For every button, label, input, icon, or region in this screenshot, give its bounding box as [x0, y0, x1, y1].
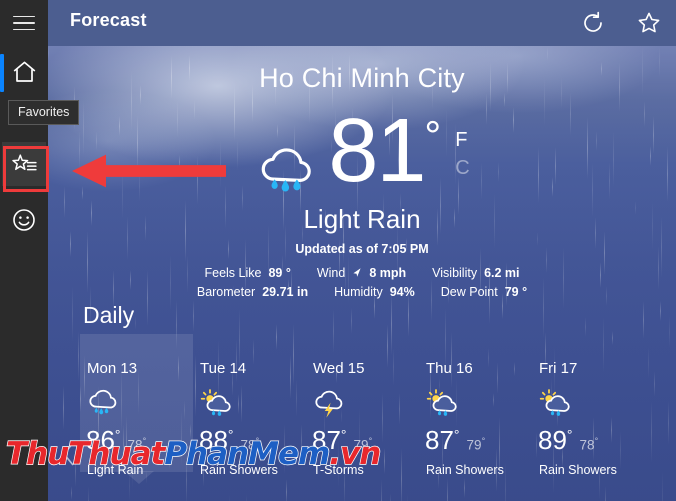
daily-forecast-card[interactable]: Tue 14 88° 78° Rain Showers: [196, 346, 309, 477]
stat-value: 6.2 mi: [484, 266, 520, 280]
current-temperature-value: 81: [328, 101, 426, 201]
card-high-temp: 87°: [425, 425, 460, 455]
stat-label: Humidity: [334, 285, 383, 299]
stat-label: Dew Point: [440, 285, 498, 299]
card-temperatures: 88° 78°: [199, 425, 309, 456]
star-list-icon: [11, 153, 37, 170]
card-low-temp: 79°: [466, 435, 486, 453]
sidebar-item-favorites[interactable]: [0, 140, 48, 188]
card-weather-icon: [424, 389, 535, 419]
stat-value: 89 °: [268, 266, 291, 280]
card-day-label: Thu 16: [426, 360, 473, 377]
daily-forecast-card[interactable]: Fri 17 89° 78° Rain Showers: [535, 346, 648, 477]
wind-direction-arrow-icon: [353, 267, 361, 277]
star-pin-icon[interactable]: [636, 10, 662, 36]
card-temperatures: 87° 79°: [312, 425, 422, 456]
title-bar-actions: [580, 0, 662, 46]
daily-forecast-card[interactable]: Mon 13 86° 78° Light Rain: [80, 334, 196, 484]
cloud-rain-icon: [261, 148, 312, 192]
card-low-temp: 78°: [579, 435, 599, 453]
unit-celsius[interactable]: C: [455, 158, 469, 178]
card-high-temp: 89°: [538, 425, 573, 455]
chevron-left-icon[interactable]: [61, 441, 77, 467]
page-title: Forecast: [70, 10, 147, 30]
stat-label: Visibility: [432, 266, 478, 280]
unit-fahrenheit[interactable]: F: [455, 130, 469, 150]
stat-label: Barometer: [196, 285, 256, 299]
sun-cloud-rain-icon: [200, 389, 231, 416]
stat-label: Wind: [316, 266, 346, 280]
weather-canvas: Ho Chi Minh City 81° F C Light Rain Upda…: [48, 46, 676, 501]
stat-value: 79 °: [504, 285, 528, 299]
unit-toggle[interactable]: F C: [455, 130, 469, 178]
title-bar: Forecast: [0, 0, 676, 46]
favorites-tooltip: Favorites: [8, 100, 80, 125]
card-low-temp: 78°: [127, 435, 147, 453]
current-temperature: 81°: [328, 106, 442, 196]
card-high-temp: 86°: [86, 425, 121, 455]
stat-dew-point: Dew Point 79 °: [441, 285, 527, 299]
card-condition: Rain Showers: [539, 463, 617, 477]
favorites-button-surface: [2, 142, 46, 186]
city-name: Ho Chi Minh City: [259, 63, 465, 93]
cloud-rain-icon: [89, 389, 117, 415]
stats-row-2: Barometer 29.71 in Humidity 94% Dew Poin…: [197, 285, 527, 299]
card-high-temp: 88°: [199, 425, 234, 455]
current-condition-text: Light Rain: [303, 204, 421, 234]
card-high-temp: 87°: [312, 425, 347, 455]
stat-value: 8 mph: [369, 266, 407, 280]
card-low-temp: 79°: [353, 435, 373, 453]
card-day-label: Tue 14: [200, 360, 247, 377]
card-day-label: Mon 13: [87, 360, 138, 377]
weather-app-window: Ho Chi Minh City 81° F C Light Rain Upda…: [0, 0, 676, 501]
stat-label: Feels Like: [204, 266, 262, 280]
daily-heading: Daily: [83, 302, 135, 328]
selection-indicator: [0, 54, 4, 92]
card-low-temp: 78°: [240, 435, 260, 453]
degree-symbol: °: [424, 112, 442, 159]
card-weather-icon: [537, 389, 648, 419]
card-condition: Light Rain: [87, 463, 144, 477]
refresh-icon[interactable]: [580, 10, 606, 36]
stat-value: 29.71 in: [262, 285, 309, 299]
card-day-label: Wed 15: [313, 360, 365, 377]
daily-forecast-card[interactable]: Thu 16 87° 79° Rain Showers: [422, 346, 535, 477]
stat-barometer: Barometer 29.71 in: [197, 285, 308, 299]
stat-value: 94%: [389, 285, 415, 299]
card-weather-icon: [311, 389, 422, 419]
home-icon: [13, 61, 35, 82]
card-condition: Rain Showers: [200, 463, 278, 477]
smiley-face-icon: [13, 209, 35, 231]
card-condition: Rain Showers: [426, 463, 504, 477]
card-day-label: Fri 17: [539, 360, 578, 377]
current-conditions: 81° F C: [48, 106, 676, 208]
hamburger-menu-icon: [13, 15, 35, 31]
card-condition: T-Storms: [313, 463, 364, 477]
card-weather-icon: [85, 389, 196, 419]
card-temperatures: 87° 79°: [425, 425, 535, 456]
card-temperatures: 89° 78°: [538, 425, 648, 456]
stat-visibility: Visibility 6.2 mi: [432, 266, 519, 280]
card-temperatures: 86° 78°: [86, 425, 196, 456]
cloud-lightning-icon: [315, 390, 343, 418]
daily-forecast-list: Mon 13 86° 78° Light Rain Tue 14 88° 78° Rain…: [80, 334, 648, 484]
card-weather-icon: [198, 389, 309, 419]
sun-cloud-rain-icon: [539, 389, 570, 416]
stat-wind: Wind 8 mph: [317, 266, 406, 280]
updated-timestamp: Updated as of 7:05 PM: [295, 242, 429, 256]
current-stats: Feels Like 89 ° Wind 8 mph Visibility 6.…: [48, 266, 676, 299]
sun-cloud-rain-icon: [426, 389, 457, 416]
hamburger-menu-button[interactable]: [0, 0, 48, 46]
sidebar-item-feedback[interactable]: [0, 196, 48, 244]
sidebar-item-home[interactable]: [0, 48, 48, 96]
stat-humidity: Humidity 94%: [334, 285, 415, 299]
stats-row-1: Feels Like 89 ° Wind 8 mph Visibility 6.…: [204, 266, 519, 280]
daily-forecast-card[interactable]: Wed 15 87° 79° T-Storms: [309, 346, 422, 477]
stat-feels-like: Feels Like 89 °: [204, 266, 290, 280]
